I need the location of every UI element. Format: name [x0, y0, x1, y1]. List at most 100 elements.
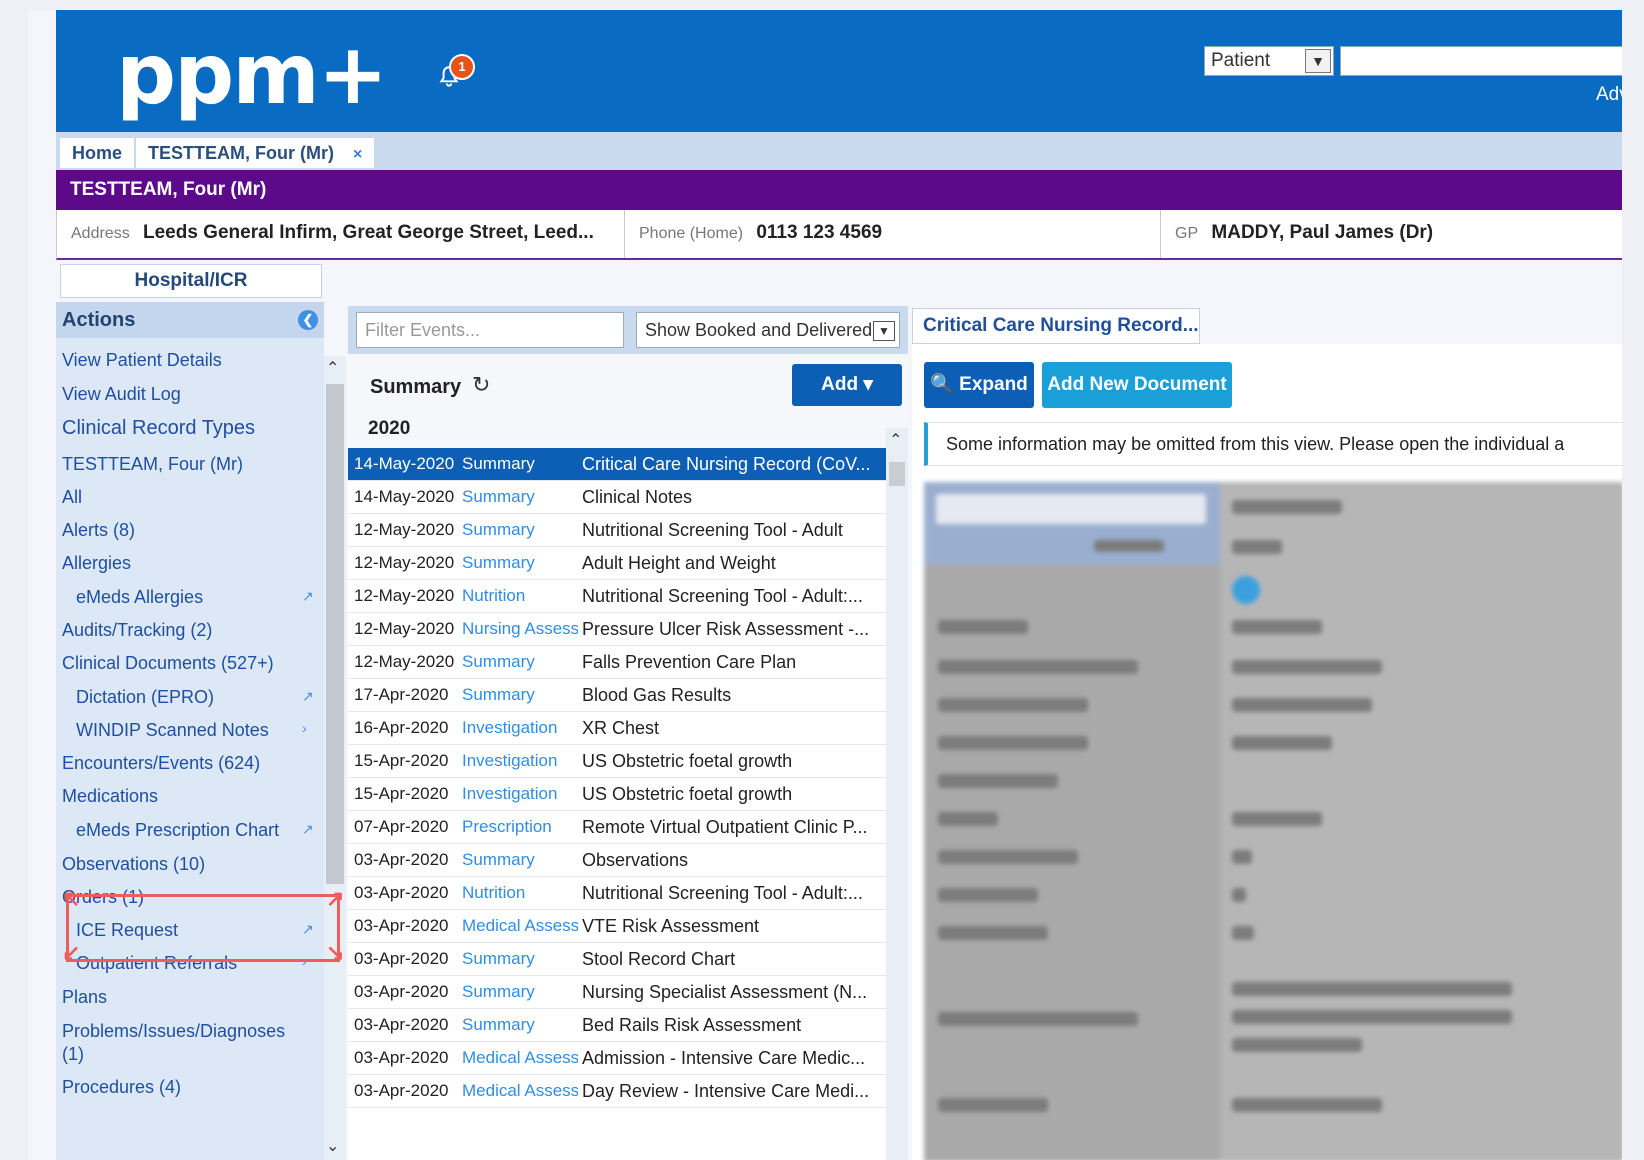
sidebar-item-windip-scanned-notes[interactable]: WINDIP Scanned Notes	[76, 720, 269, 741]
add-new-document-button[interactable]: Add New Document	[1042, 362, 1232, 408]
chevron-down-icon[interactable]: ⌄	[326, 1136, 339, 1156]
table-row[interactable]: 12-May-2020 Summary Adult Height and Weigh…	[348, 547, 886, 580]
table-row[interactable]: 03-Apr-2020 Medical Assess VTE Risk Assess…	[348, 910, 886, 943]
row-category[interactable]: Investigation	[462, 778, 578, 810]
table-row[interactable]: 16-Apr-2020 Investigation XR Chest	[348, 712, 886, 745]
sidebar-scroll-thumb[interactable]	[326, 384, 344, 884]
tab-patient[interactable]: TESTTEAM, Four (Mr) ×	[136, 138, 375, 168]
row-category[interactable]: Nutrition	[462, 877, 578, 909]
tab-patient-label: TESTTEAM, Four (Mr)	[148, 143, 334, 163]
events-scroll-thumb[interactable]	[889, 462, 905, 486]
row-category[interactable]: Prescription	[462, 811, 578, 843]
row-date: 03-Apr-2020	[354, 1081, 449, 1100]
expand-button[interactable]: 🔍 Expand	[924, 362, 1034, 408]
table-row[interactable]: 12-May-2020 Nursing Assess Pressure Ulcer …	[348, 613, 886, 646]
row-category[interactable]: Summary	[462, 943, 578, 975]
show-filter-select[interactable]: Show Booked and Delivered ▼	[636, 312, 900, 348]
sidebar-item-patient[interactable]: TESTTEAM, Four (Mr)	[62, 454, 243, 475]
row-category[interactable]: Nutrition	[462, 580, 578, 612]
year-heading: 2020	[368, 418, 411, 439]
row-category[interactable]: Nursing Assess	[462, 613, 578, 645]
refresh-icon[interactable]: ↻	[472, 372, 490, 398]
row-category[interactable]: Investigation	[462, 712, 578, 744]
row-category[interactable]: Summary	[462, 844, 578, 876]
row-category[interactable]: Medical Assess	[462, 1075, 578, 1107]
row-title: Stool Record Chart	[582, 949, 736, 969]
actions-header[interactable]: Actions ❮	[56, 302, 324, 338]
sidebar-item-audits-tracking[interactable]: Audits/Tracking (2)	[62, 620, 212, 641]
chevron-up-icon[interactable]: ⌃	[889, 430, 902, 450]
sidebar-item-dictation[interactable]: Dictation (EPRO)	[76, 687, 214, 708]
table-row[interactable]: 17-Apr-2020 Summary Blood Gas Results	[348, 679, 886, 712]
row-category[interactable]: Summary	[462, 976, 578, 1008]
row-date: 14-May-2020	[354, 487, 455, 506]
tab-hospital-icr[interactable]: Hospital/ICR	[60, 264, 322, 298]
sidebar-item-alerts[interactable]: Alerts (8)	[62, 520, 135, 541]
sidebar-item-allergies[interactable]: Allergies	[62, 553, 131, 574]
redacted-value	[1232, 812, 1322, 826]
gp-label: GP	[1175, 225, 1199, 242]
patient-banner: TESTTEAM, Four (Mr)	[56, 170, 1622, 210]
table-row[interactable]: 12-May-2020 Summary Nutritional Screening …	[348, 514, 886, 547]
sidebar-item-emeds-allergies[interactable]: eMeds Allergies	[76, 587, 203, 608]
table-row[interactable]: 03-Apr-2020 Medical Assess Admission - Int…	[348, 1042, 886, 1075]
table-row[interactable]: 15-Apr-2020 Investigation US Obstetric foe…	[348, 778, 886, 811]
add-button[interactable]: Add ▾	[792, 364, 902, 406]
row-category[interactable]: Investigation	[462, 745, 578, 777]
sidebar-item-emeds-prescription-chart[interactable]: eMeds Prescription Chart	[76, 820, 279, 841]
sidebar-item-problems-issues-diagnoses[interactable]: Problems/Issues/Diagnoses	[62, 1021, 285, 1042]
row-category[interactable]: Summary	[462, 481, 578, 513]
sidebar-item-problems-count[interactable]: (1)	[62, 1044, 84, 1065]
table-row[interactable]: 12-May-2020 Nutrition Nutritional Screenin…	[348, 580, 886, 613]
table-row[interactable]: 15-Apr-2020 Investigation US Obstetric foe…	[348, 745, 886, 778]
row-category[interactable]: Summary	[462, 448, 578, 480]
tab-home[interactable]: Home	[60, 138, 135, 168]
redacted-label	[938, 660, 1138, 674]
advanced-search-link[interactable]: Advan	[1596, 84, 1622, 106]
row-date: 17-Apr-2020	[354, 685, 449, 704]
row-category[interactable]: Summary	[462, 547, 578, 579]
sidebar-item-medications[interactable]: Medications	[62, 786, 158, 807]
redacted-select	[936, 494, 1206, 524]
table-row[interactable]: 03-Apr-2020 Summary Nursing Specialist Ass…	[348, 976, 886, 1009]
redacted-label	[938, 888, 1038, 902]
table-row[interactable]: 14-May-2020 Summary Clinical Notes	[348, 481, 886, 514]
row-date: 07-Apr-2020	[354, 817, 449, 836]
row-title: Critical Care Nursing Record (CoV...	[582, 454, 871, 474]
patient-demographics: Address Leeds General Infirm, Great Geor…	[56, 210, 1622, 260]
table-row[interactable]: 03-Apr-2020 Summary Observations	[348, 844, 886, 877]
row-category[interactable]: Summary	[462, 679, 578, 711]
sidebar-heading-clinical-record-types: Clinical Record Types	[62, 417, 256, 439]
sidebar-item-clinical-documents[interactable]: Clinical Documents (527+)	[62, 653, 274, 674]
sidebar-item-view-audit-log[interactable]: View Audit Log	[62, 384, 181, 405]
table-row[interactable]: 03-Apr-2020 Nutrition Nutritional Screenin…	[348, 877, 886, 910]
row-category[interactable]: Summary	[462, 1009, 578, 1041]
sidebar-item-plans[interactable]: Plans	[62, 987, 107, 1008]
sidebar-scrollbar[interactable]: ⌃ ⌄	[324, 356, 346, 1160]
sidebar-item-encounters-events[interactable]: Encounters/Events (624)	[62, 753, 260, 774]
table-row[interactable]: 14-May-2020 Summary Critical Care Nursing …	[348, 448, 886, 481]
row-category[interactable]: Medical Assess	[462, 910, 578, 942]
row-category[interactable]: Summary	[462, 514, 578, 546]
table-row[interactable]: 03-Apr-2020 Summary Stool Record Chart	[348, 943, 886, 976]
row-category[interactable]: Summary	[462, 646, 578, 678]
close-icon[interactable]: ×	[353, 146, 362, 163]
sidebar-item-procedures[interactable]: Procedures (4)	[62, 1077, 181, 1098]
sidebar-item-view-patient-details[interactable]: View Patient Details	[62, 350, 222, 371]
sidebar-item-observations[interactable]: Observations (10)	[62, 854, 205, 875]
row-date: 16-Apr-2020	[354, 718, 449, 737]
sidebar-item-all[interactable]: All	[62, 487, 82, 508]
patient-search-input[interactable]	[1340, 46, 1622, 76]
filter-events-input[interactable]: Filter Events...	[356, 312, 624, 348]
row-category[interactable]: Medical Assess	[462, 1042, 578, 1074]
search-type-select[interactable]: Patient ▼	[1204, 46, 1334, 76]
table-row[interactable]: 12-May-2020 Summary Falls Prevention Care …	[348, 646, 886, 679]
redacted-value	[1232, 1098, 1382, 1112]
events-scrollbar[interactable]: ⌃	[886, 428, 908, 1160]
table-row[interactable]: 03-Apr-2020 Summary Bed Rails Risk Assessm…	[348, 1009, 886, 1042]
collapse-left-icon[interactable]: ❮	[298, 310, 318, 330]
chevron-up-icon[interactable]: ⌃	[326, 358, 339, 378]
table-row[interactable]: 07-Apr-2020 Prescription Remote Virtual Ou…	[348, 811, 886, 844]
table-row[interactable]: 03-Apr-2020 Medical Assess Day Review - In…	[348, 1075, 886, 1108]
tab-document[interactable]: Critical Care Nursing Record...	[912, 308, 1200, 344]
